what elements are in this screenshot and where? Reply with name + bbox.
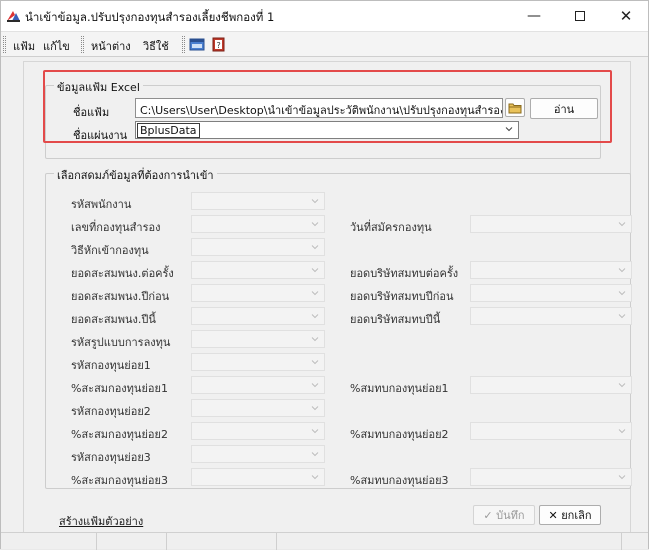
status-bar bbox=[1, 532, 648, 550]
column-select[interactable] bbox=[191, 353, 325, 371]
menu-edit[interactable]: แก้ไข bbox=[43, 37, 70, 55]
maximize-icon bbox=[575, 11, 585, 21]
file-path-input[interactable]: C:\Users\User\Desktop\นำเข้าข้อมูลประวัต… bbox=[135, 98, 503, 118]
column-select[interactable] bbox=[470, 284, 632, 302]
read-button[interactable]: อ่าน bbox=[530, 98, 598, 119]
menu-help[interactable]: วิธีใช้ bbox=[143, 37, 169, 55]
chevron-down-icon bbox=[311, 383, 319, 388]
status-segment bbox=[167, 533, 277, 550]
field-label: ยอดบริษัทสมทบปีนี้ bbox=[350, 313, 441, 326]
chevron-down-icon bbox=[311, 452, 319, 457]
column-select[interactable] bbox=[470, 307, 632, 325]
menu-grip bbox=[3, 36, 6, 53]
status-segment bbox=[97, 533, 167, 550]
column-select[interactable] bbox=[470, 261, 632, 279]
column-select[interactable] bbox=[191, 192, 325, 210]
column-select[interactable] bbox=[470, 215, 632, 233]
minimize-button[interactable]: — bbox=[511, 1, 557, 31]
sheet-name-value: BplusData bbox=[137, 123, 200, 138]
column-select[interactable] bbox=[191, 284, 325, 302]
field-label: ยอดบริษัทสมทบต่อครั้ง bbox=[350, 267, 459, 280]
chevron-down-icon bbox=[618, 268, 626, 273]
sheet-name-label: ชื่อแผ่นงาน bbox=[73, 129, 128, 142]
window-layout-icon[interactable] bbox=[189, 37, 205, 52]
maximize-button[interactable] bbox=[557, 1, 603, 31]
field-label: ยอดบริษัทสมทบปีก่อน bbox=[350, 290, 454, 303]
title-bar[interactable]: นำเข้าข้อมูล.ปรับปรุงกองทุนสำรองเลี้ยงชี… bbox=[1, 1, 648, 31]
svg-text:?: ? bbox=[217, 41, 221, 50]
column-select[interactable] bbox=[191, 307, 325, 325]
field-label: รหัสพนักงาน bbox=[71, 198, 132, 211]
field-label: รหัสกองทุนย่อย1 bbox=[71, 359, 151, 372]
chevron-down-icon bbox=[618, 314, 626, 319]
field-label: %สมทบกองทุนย่อย2 bbox=[350, 428, 449, 441]
close-button[interactable]: ✕ bbox=[603, 1, 649, 31]
chevron-down-icon bbox=[618, 383, 626, 388]
toolbar-separator bbox=[182, 36, 185, 53]
field-label: %สะสมกองทุนย่อย2 bbox=[71, 428, 168, 441]
column-select[interactable] bbox=[191, 261, 325, 279]
minimize-icon: — bbox=[527, 8, 541, 24]
field-label: %สมทบกองทุนย่อย1 bbox=[350, 382, 449, 395]
field-label: ยอดสะสมพนง.ต่อครั้ง bbox=[71, 267, 174, 280]
field-label: รหัสกองทุนย่อย2 bbox=[71, 405, 151, 418]
help-book-icon[interactable]: ? bbox=[211, 37, 227, 52]
create-sample-file-link[interactable]: สร้างแฟ้มตัวอย่าง bbox=[59, 512, 143, 530]
file-name-label: ชื่อแฟ้ม bbox=[73, 106, 110, 119]
menu-window[interactable]: หน้าต่าง bbox=[91, 37, 131, 55]
field-label: %สมทบกองทุนย่อย3 bbox=[350, 474, 449, 487]
folder-icon bbox=[508, 103, 522, 113]
column-select[interactable] bbox=[470, 376, 632, 394]
field-label: %สะสมกองทุนย่อย3 bbox=[71, 474, 168, 487]
column-select[interactable] bbox=[191, 399, 325, 417]
menu-bar: แฟ้ม แก้ไข หน้าต่าง วิธีใช้ ? bbox=[1, 31, 648, 57]
field-label: %สะสมกองทุนย่อย1 bbox=[71, 382, 168, 395]
field-label: เลขที่กองทุนสำรอง bbox=[71, 221, 161, 234]
column-select[interactable] bbox=[470, 468, 632, 486]
field-label: ยอดสะสมพนง.ปีก่อน bbox=[71, 290, 170, 303]
chevron-down-icon bbox=[311, 222, 319, 227]
chevron-down-icon bbox=[311, 429, 319, 434]
browse-button[interactable] bbox=[505, 98, 525, 117]
sheet-name-select[interactable]: BplusData bbox=[135, 121, 519, 139]
cancel-button[interactable]: ✕ ยกเลิก bbox=[539, 505, 601, 525]
chevron-down-icon bbox=[618, 429, 626, 434]
column-select[interactable] bbox=[191, 238, 325, 256]
window-title: นำเข้าข้อมูล.ปรับปรุงกองทุนสำรองเลี้ยงชี… bbox=[25, 10, 275, 24]
chevron-down-icon bbox=[311, 406, 319, 411]
chevron-down-icon bbox=[311, 314, 319, 319]
save-button[interactable]: ✓ บันทึก bbox=[473, 505, 535, 525]
column-select[interactable] bbox=[191, 215, 325, 233]
column-select[interactable] bbox=[191, 468, 325, 486]
column-select[interactable] bbox=[191, 376, 325, 394]
field-label: วิธีหักเข้ากองทุน bbox=[71, 244, 149, 257]
chevron-down-icon bbox=[618, 291, 626, 296]
import-window: นำเข้าข้อมูล.ปรับปรุงกองทุนสำรองเลี้ยงชี… bbox=[0, 0, 649, 550]
chevron-down-icon bbox=[505, 127, 513, 132]
column-group-title: เลือกสดมภ์ข้อมูลที่ต้องการนำเข้า bbox=[54, 166, 217, 184]
chevron-down-icon bbox=[311, 475, 319, 480]
chevron-down-icon bbox=[311, 199, 319, 204]
column-select[interactable] bbox=[470, 422, 632, 440]
status-segment bbox=[277, 533, 622, 550]
chevron-down-icon bbox=[311, 291, 319, 296]
chevron-down-icon bbox=[311, 268, 319, 273]
column-select[interactable] bbox=[191, 330, 325, 348]
chevron-down-icon bbox=[618, 475, 626, 480]
menu-separator bbox=[81, 36, 84, 53]
column-select[interactable] bbox=[191, 422, 325, 440]
column-select[interactable] bbox=[191, 445, 325, 463]
field-label: ยอดสะสมพนง.ปีนี้ bbox=[71, 313, 156, 326]
field-label: รหัสกองทุนย่อย3 bbox=[71, 451, 151, 464]
field-label: วันที่สมัครกองทุน bbox=[350, 221, 432, 234]
chevron-down-icon bbox=[311, 245, 319, 250]
app-logo-icon bbox=[7, 11, 20, 22]
chevron-down-icon bbox=[311, 360, 319, 365]
field-label: รหัสรูปแบบการลงทุน bbox=[71, 336, 171, 349]
status-segment bbox=[1, 533, 97, 550]
menu-file[interactable]: แฟ้ม bbox=[13, 37, 35, 55]
chevron-down-icon bbox=[618, 222, 626, 227]
chevron-down-icon bbox=[311, 337, 319, 342]
close-icon: ✕ bbox=[619, 7, 633, 25]
